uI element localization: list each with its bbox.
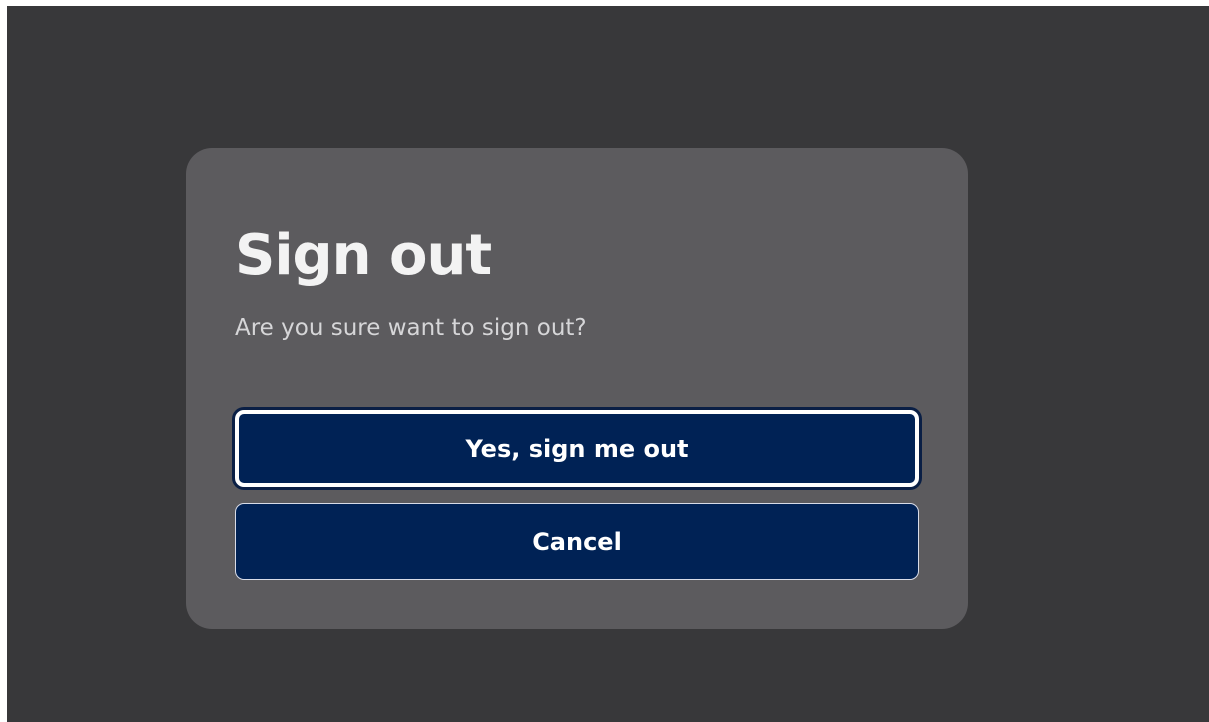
dialog-title: Sign out [235, 223, 492, 288]
sign-out-dialog: Sign out Are you sure want to sign out? … [186, 148, 968, 629]
dialog-message: Are you sure want to sign out? [235, 315, 587, 341]
confirm-sign-out-button[interactable]: Yes, sign me out [235, 410, 919, 487]
cancel-button[interactable]: Cancel [235, 503, 919, 580]
backdrop: Sign out Are you sure want to sign out? … [7, 6, 1209, 722]
